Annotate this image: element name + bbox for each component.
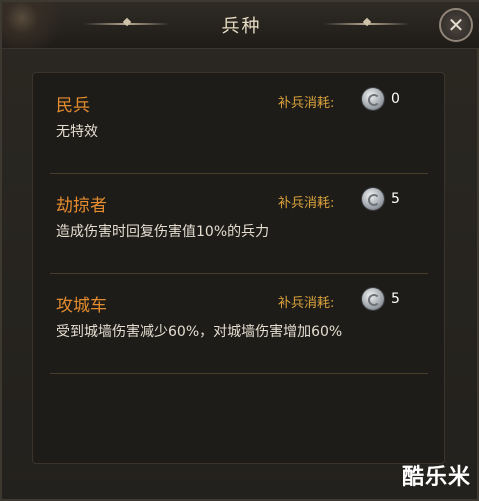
title-ornament-right-icon (324, 23, 410, 25)
unit-item-siege-engine[interactable]: 攻城车 补兵消耗: 5 受到城墙伤害减少60%，对城墙伤害增加60% (50, 273, 428, 374)
cost-label: 补兵消耗: (278, 296, 335, 311)
dialog-title: 兵种 (221, 16, 262, 37)
unit-description: 造成伤害时回复伤害值10%的兵力 (56, 224, 270, 240)
silver-coin-icon (362, 188, 384, 210)
unit-item-militia[interactable]: 民兵 补兵消耗: 0 无特效 (50, 73, 428, 174)
dialog-title-bar: 兵种 ✕ (2, 2, 479, 49)
unit-types-dialog: 兵种 ✕ 民兵 补兵消耗: 0 无特效 劫掠者 补兵消耗: 5 造成伤害时回复伤… (0, 0, 479, 501)
unit-item-raider[interactable]: 劫掠者 补兵消耗: 5 造成伤害时回复伤害值10%的兵力 (50, 173, 428, 274)
watermark: 酷乐米 (401, 465, 471, 490)
cost-value: 5 (391, 291, 400, 307)
silver-coin-icon (362, 288, 384, 310)
cost-value: 5 (391, 191, 400, 207)
unit-name: 攻城车 (56, 296, 107, 316)
cost-label: 补兵消耗: (278, 96, 335, 111)
close-button[interactable]: ✕ (439, 8, 473, 42)
cost-label: 补兵消耗: (278, 196, 335, 211)
cost-value: 0 (391, 91, 400, 107)
unit-name: 民兵 (56, 96, 90, 116)
unit-description: 受到城墙伤害减少60%，对城墙伤害增加60% (56, 324, 343, 340)
close-icon: ✕ (447, 13, 465, 37)
unit-description: 无特效 (56, 124, 98, 140)
silver-coin-icon (362, 88, 384, 110)
unit-name: 劫掠者 (56, 196, 107, 216)
unit-list-panel: 民兵 补兵消耗: 0 无特效 劫掠者 补兵消耗: 5 造成伤害时回复伤害值10%… (32, 72, 445, 464)
